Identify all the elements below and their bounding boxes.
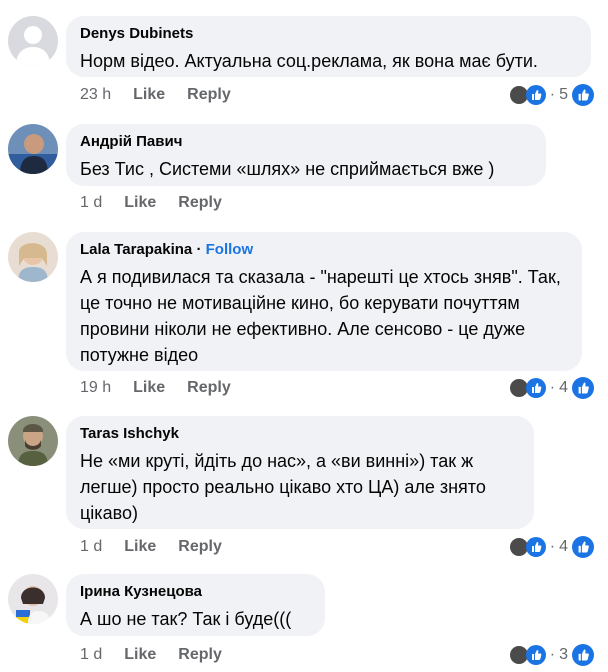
comment-author[interactable]: Lala Tarapakina xyxy=(80,241,192,258)
profile-photo-icon xyxy=(8,232,58,282)
like-reaction-icon xyxy=(525,85,546,105)
comment-text: А я подивилася та сказала - "нарешті це … xyxy=(80,267,561,365)
like-reaction-icon xyxy=(572,377,594,399)
avatar[interactable] xyxy=(8,16,58,66)
comment-text: Не «ми круті, йдіть до нас», а «ви винні… xyxy=(80,451,486,523)
separator: · xyxy=(549,538,556,555)
reaction-count: 4 xyxy=(559,538,568,555)
like-reaction-icon xyxy=(572,536,594,558)
separator: · xyxy=(549,379,556,396)
comment-actions: 1 d Like Reply xyxy=(80,646,222,664)
comment-header: Lala Tarapakina · Follow xyxy=(80,240,568,260)
separator: · xyxy=(549,646,556,663)
reply-button[interactable]: Reply xyxy=(178,646,222,664)
comment-author[interactable]: Denys Dubinets xyxy=(80,24,577,44)
profile-photo-icon xyxy=(8,416,58,466)
comment-bubble: Андрій Павич Без Тис , Системи «шлях» не… xyxy=(66,124,546,186)
reply-button[interactable]: Reply xyxy=(178,194,222,212)
like-reaction-icon xyxy=(525,537,546,557)
like-button[interactable]: Like xyxy=(124,194,156,212)
avatar[interactable] xyxy=(8,416,58,466)
comment-text: Без Тис , Системи «шлях» не сприймається… xyxy=(80,159,495,179)
comment-bubble: Lala Tarapakina · Follow А я подивилася … xyxy=(66,232,582,371)
comment-actions: 1 d Like Reply xyxy=(80,194,222,212)
reaction-summary[interactable]: · 4 xyxy=(507,377,594,399)
reply-button[interactable]: Reply xyxy=(178,538,222,556)
reaction-count: 5 xyxy=(559,86,568,103)
like-reaction-icon xyxy=(525,378,546,398)
reaction-summary[interactable]: · 4 xyxy=(507,536,594,558)
reaction-summary[interactable]: · 5 xyxy=(507,84,594,106)
comment-bubble: Ірина Кузнецова А шо не так? Так і буде(… xyxy=(66,574,325,636)
comment-time[interactable]: 1 d xyxy=(80,646,102,664)
comment-bubble: Taras Ishchyk Не «ми круті, йдіть до нас… xyxy=(66,416,534,529)
like-reaction-icon xyxy=(572,644,594,666)
comment-actions: 1 d Like Reply xyxy=(80,538,222,556)
comment-time[interactable]: 1 d xyxy=(80,538,102,556)
follow-button[interactable]: Follow xyxy=(206,241,254,258)
profile-photo-icon xyxy=(8,124,58,174)
avatar[interactable] xyxy=(8,574,58,624)
like-button[interactable]: Like xyxy=(133,86,165,104)
reaction-count: 4 xyxy=(559,379,568,396)
comment-bubble: Denys Dubinets Норм відео. Актуальна соц… xyxy=(66,16,591,77)
default-avatar-icon xyxy=(8,16,58,66)
comment-author[interactable]: Ірина Кузнецова xyxy=(80,582,311,602)
avatar[interactable] xyxy=(8,232,58,282)
like-button[interactable]: Like xyxy=(133,379,165,397)
comment-time[interactable]: 1 d xyxy=(80,194,102,212)
like-reaction-icon xyxy=(525,645,546,665)
like-reaction-icon xyxy=(572,84,594,106)
separator: · xyxy=(196,241,202,258)
like-button[interactable]: Like xyxy=(124,538,156,556)
comment-time[interactable]: 23 h xyxy=(80,86,111,104)
reply-button[interactable]: Reply xyxy=(187,379,231,397)
like-button[interactable]: Like xyxy=(124,646,156,664)
reaction-count: 3 xyxy=(559,646,568,663)
comment-actions: 23 h Like Reply xyxy=(80,86,231,104)
reaction-summary[interactable]: · 3 xyxy=(507,644,594,666)
comment-time[interactable]: 19 h xyxy=(80,379,111,397)
comment-text: Норм відео. Актуальна соц.реклама, як во… xyxy=(80,51,538,71)
profile-photo-icon xyxy=(8,574,58,624)
comment-author[interactable]: Андрій Павич xyxy=(80,132,532,152)
reply-button[interactable]: Reply xyxy=(187,86,231,104)
avatar[interactable] xyxy=(8,124,58,174)
separator: · xyxy=(549,86,556,103)
comment-text: А шо не так? Так і буде((( xyxy=(80,609,292,629)
comment-author[interactable]: Taras Ishchyk xyxy=(80,424,520,444)
comment-actions: 19 h Like Reply xyxy=(80,379,231,397)
